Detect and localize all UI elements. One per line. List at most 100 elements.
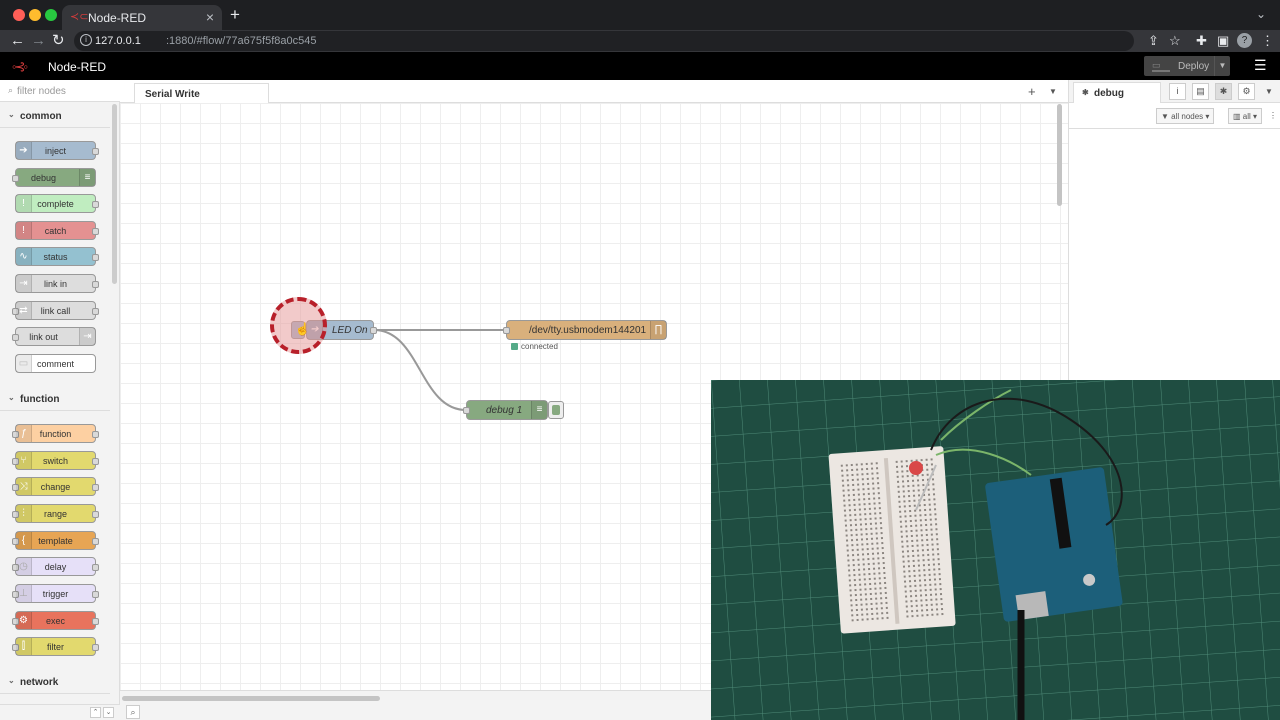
palette-node-label: link in: [43, 279, 67, 289]
workspace-tab-bar: Serial Write + ▼: [120, 80, 1068, 104]
palette-node-template[interactable]: { template: [12, 531, 99, 550]
filter-icon: ▼: [1161, 112, 1169, 121]
palette-node-catch[interactable]: ! catch: [15, 221, 99, 240]
palette-node-complete[interactable]: ! complete: [15, 194, 99, 213]
debug-toggle-button[interactable]: [548, 401, 564, 419]
debug-toolbar: ▼ all nodes ▾ ▥ all ▾ ⋮: [1069, 103, 1280, 129]
add-flow-icon[interactable]: +: [1028, 84, 1036, 99]
palette-node-delay[interactable]: ◷ delay: [12, 557, 99, 576]
output-port: [92, 458, 99, 465]
back-arrow-icon[interactable]: ←: [10, 32, 25, 50]
clear-filter-dropdown[interactable]: ▥ all ▾: [1228, 108, 1263, 124]
reload-icon[interactable]: ↻: [52, 32, 65, 50]
palette-node-link-in[interactable]: ⇥ link in: [15, 274, 99, 293]
search-flows-icon[interactable]: ⌕: [126, 705, 140, 719]
output-port: [92, 564, 99, 571]
palette-category-network[interactable]: ⌄ network: [0, 670, 110, 694]
help-book-icon[interactable]: ▤: [1192, 83, 1209, 100]
sidebar-tab-debug[interactable]: ✱ debug: [1073, 82, 1161, 104]
palette-node-switch[interactable]: ⑂ switch: [12, 451, 99, 470]
output-port: [92, 201, 99, 208]
debug-bug-icon[interactable]: ✱: [1215, 83, 1232, 100]
flow-list-caret-icon[interactable]: ▼: [1049, 87, 1057, 96]
template-brace-icon: {: [16, 532, 32, 549]
close-tab-icon[interactable]: ×: [206, 9, 214, 25]
palette-node-range[interactable]: ⫶ range: [12, 504, 99, 523]
site-info-icon[interactable]: i: [80, 34, 92, 46]
palette-scrollbar[interactable]: [112, 104, 117, 284]
palette-filter-input[interactable]: ⌕ filter nodes: [0, 80, 120, 102]
palette-node-trigger[interactable]: ⊥ trigger: [12, 584, 99, 603]
palette-node-filter[interactable]: ⫿ filter: [12, 637, 99, 656]
palette-node-label: function: [39, 429, 72, 439]
palette-node-status[interactable]: ∿ status: [15, 247, 99, 266]
main-menu-icon[interactable]: ☰: [1254, 58, 1267, 72]
browser-tab[interactable]: ≺⊂ Node-RED ×: [62, 5, 222, 30]
url-host: 127.0.0.1: [95, 35, 141, 47]
filter-icon: ⫿: [16, 638, 32, 655]
palette-category-common[interactable]: ⌄ common: [0, 104, 110, 128]
expand-all-icon[interactable]: ⌄: [103, 707, 114, 718]
extensions-icon[interactable]: ✚: [1196, 33, 1207, 49]
close-window-button[interactable]: [13, 9, 25, 21]
trash-icon: ▥: [1233, 112, 1241, 121]
minimize-window-button[interactable]: [29, 9, 41, 21]
category-label: common: [20, 111, 62, 122]
tab-search-icon[interactable]: ⌄: [1256, 7, 1266, 21]
browser-menu-icon[interactable]: ⋮: [1261, 33, 1274, 49]
input-port[interactable]: [503, 327, 510, 334]
palette-node-label: template: [38, 536, 73, 546]
bookmark-star-icon[interactable]: ☆: [1169, 33, 1181, 49]
palette-node-inject[interactable]: ➔ inject: [15, 141, 99, 160]
flow-node-debug-1[interactable]: debug 1 ≡: [463, 400, 548, 420]
palette-node-link-call[interactable]: ⇄ link call: [12, 301, 99, 320]
output-port[interactable]: [370, 327, 377, 334]
debug-toggle-indicator: [552, 405, 560, 415]
palette-category-function[interactable]: ⌄ function: [0, 387, 110, 411]
gear-icon: ⚙: [16, 612, 32, 629]
deploy-label: Deploy: [1178, 61, 1210, 72]
browser-tab-title: Node-RED: [88, 11, 147, 25]
palette-node-label: filter: [46, 642, 64, 652]
flow-tab-serial-write[interactable]: Serial Write: [134, 83, 269, 104]
share-icon[interactable]: ⇪: [1148, 33, 1159, 49]
sidebar: ✱ debug i ▤ ✱ ⚙ ▼ ▼ all nodes ▾ ▥ all ▾ …: [1068, 80, 1280, 380]
bug-icon: ✱: [1082, 88, 1089, 97]
sidebar-tab-bar: ✱ debug i ▤ ✱ ⚙ ▼: [1069, 80, 1280, 104]
forward-arrow-icon[interactable]: →: [31, 32, 46, 50]
palette-node-debug[interactable]: debug ≡: [12, 168, 96, 187]
canvas-vertical-scrollbar[interactable]: [1057, 104, 1062, 206]
maximize-window-button[interactable]: [45, 9, 57, 21]
more-options-icon[interactable]: ⋮: [1269, 111, 1277, 120]
palette-node-label: trigger: [42, 589, 69, 599]
input-port[interactable]: [463, 407, 470, 414]
node-palette: ⌕ filter nodes ⌄ common ➔ inject debug ≡…: [0, 80, 120, 720]
palette-node-label: link call: [40, 306, 71, 316]
category-label: network: [20, 677, 59, 688]
palette-node-exec[interactable]: ⚙ exec: [12, 611, 99, 630]
profile-avatar[interactable]: ?: [1237, 33, 1252, 48]
flow-node-serial-out[interactable]: /dev/tty.usbmodem144201 ∏: [503, 320, 667, 340]
output-port: [92, 228, 99, 235]
new-tab-icon[interactable]: +: [230, 6, 240, 24]
palette-node-function[interactable]: ƒ function: [12, 424, 99, 443]
palette-node-comment[interactable]: ▭ comment: [15, 354, 96, 373]
sidebar-menu-caret-icon[interactable]: ▼: [1265, 87, 1273, 96]
url-field[interactable]: i 127.0.0.1 :1880/#flow/77a675f5f8a0c545: [74, 31, 1134, 51]
config-gear-icon[interactable]: ⚙: [1238, 83, 1255, 100]
browser-tab-bar: ≺⊂ Node-RED × + ⌄: [0, 0, 1280, 30]
function-icon: ƒ: [16, 425, 32, 442]
hand-cursor-icon: ☝: [295, 322, 310, 336]
palette-node-link-out[interactable]: link out ⇥: [12, 327, 96, 346]
filter-nodes-dropdown[interactable]: ▼ all nodes ▾: [1156, 108, 1215, 124]
palette-node-label: catch: [44, 226, 67, 236]
sidepanel-icon[interactable]: ▣: [1217, 33, 1229, 49]
canvas-horizontal-scrollbar[interactable]: [122, 696, 380, 701]
arduino-breadboard-photo: [711, 380, 1280, 720]
deploy-options-caret-icon[interactable]: ▼: [1214, 56, 1230, 76]
chevron-down-icon: ⌄: [8, 393, 15, 402]
info-icon[interactable]: i: [1169, 83, 1186, 100]
palette-node-change[interactable]: ⤨ change: [12, 477, 99, 496]
collapse-all-icon[interactable]: ⌃: [90, 707, 101, 718]
deploy-button[interactable]: ▭ Deploy ▼: [1144, 56, 1230, 76]
